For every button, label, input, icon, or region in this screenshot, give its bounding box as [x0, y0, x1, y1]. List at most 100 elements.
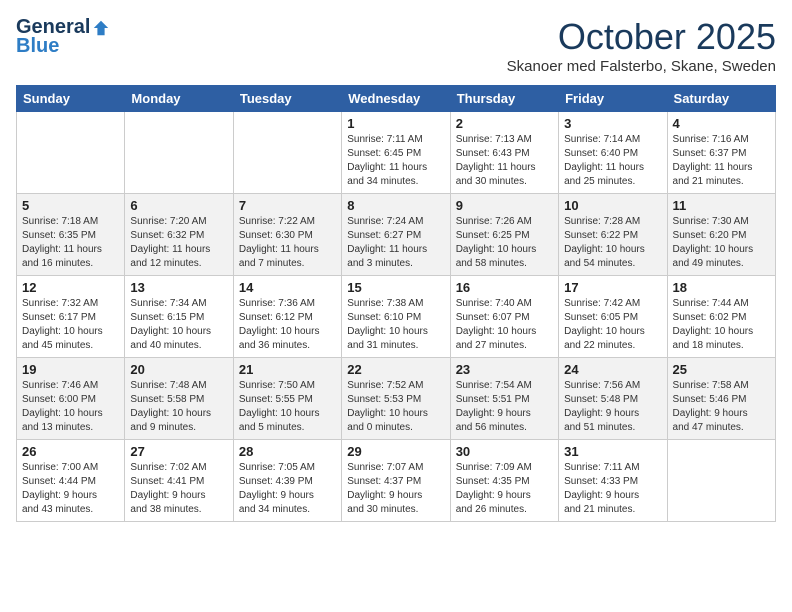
day-info: Sunrise: 7:42 AM Sunset: 6:05 PM Dayligh… [564, 297, 661, 353]
day-info: Sunrise: 7:44 AM Sunset: 6:02 PM Dayligh… [673, 297, 770, 353]
calendar: SundayMondayTuesdayWednesdayThursdayFrid… [16, 85, 776, 522]
day-info: Sunrise: 7:11 AM Sunset: 4:33 PM Dayligh… [564, 461, 661, 517]
day-info: Sunrise: 7:05 AM Sunset: 4:39 PM Dayligh… [239, 461, 336, 517]
day-number: 20 [130, 362, 227, 377]
calendar-cell: 23 Sunrise: 7:54 AM Sunset: 5:51 PM Dayli… [450, 358, 558, 440]
day-info: Sunrise: 7:02 AM Sunset: 4:41 PM Dayligh… [130, 461, 227, 517]
logo-blue: Blue [16, 35, 59, 58]
page-header: General Blue October 2025 Skanoer med Fa… [16, 16, 776, 75]
day-info: Sunrise: 7:26 AM Sunset: 6:25 PM Dayligh… [456, 215, 553, 271]
day-number: 25 [673, 362, 770, 377]
calendar-cell: 24Sunrise: 7:56 AM Sunset: 5:48 PM Dayli… [559, 358, 667, 440]
calendar-cell: 21Sunrise: 7:50 AM Sunset: 5:55 PM Dayli… [233, 358, 341, 440]
day-number: 17 [564, 280, 661, 295]
calendar-cell: 15 Sunrise: 7:38 AM Sunset: 6:10 PM Dayli… [342, 276, 450, 358]
day-number: 21 [239, 362, 336, 377]
calendar-cell: 13 Sunrise: 7:34 AM Sunset: 6:15 PM Dayli… [125, 276, 233, 358]
calendar-cell: 27 Sunrise: 7:02 AM Sunset: 4:41 PM Dayli… [125, 440, 233, 522]
calendar-cell: 28 Sunrise: 7:05 AM Sunset: 4:39 PM Dayli… [233, 440, 341, 522]
day-number: 4 [673, 116, 770, 131]
day-info: Sunrise: 7:22 AM Sunset: 6:30 PM Dayligh… [239, 215, 336, 271]
calendar-cell: 16 Sunrise: 7:40 AM Sunset: 6:07 PM Dayli… [450, 276, 558, 358]
logo-icon [92, 19, 110, 37]
day-number: 6 [130, 198, 227, 213]
day-number: 1 [347, 116, 444, 131]
day-number: 28 [239, 444, 336, 459]
day-number: 8 [347, 198, 444, 213]
day-info: Sunrise: 7:54 AM Sunset: 5:51 PM Dayligh… [456, 379, 553, 435]
day-info: Sunrise: 7:11 AM Sunset: 6:45 PM Dayligh… [347, 133, 444, 189]
day-number: 5 [22, 198, 119, 213]
weekday-header-row: SundayMondayTuesdayWednesdayThursdayFrid… [17, 86, 776, 112]
calendar-cell: 25Sunrise: 7:58 AM Sunset: 5:46 PM Dayli… [667, 358, 775, 440]
calendar-cell [125, 112, 233, 194]
calendar-cell: 14 Sunrise: 7:36 AM Sunset: 6:12 PM Dayli… [233, 276, 341, 358]
location: Skanoer med Falsterbo, Skane, Sweden [507, 58, 776, 75]
day-info: Sunrise: 7:30 AM Sunset: 6:20 PM Dayligh… [673, 215, 770, 271]
calendar-cell: 1 Sunrise: 7:11 AM Sunset: 6:45 PM Daylig… [342, 112, 450, 194]
calendar-cell: 19 Sunrise: 7:46 AM Sunset: 6:00 PM Dayli… [17, 358, 125, 440]
calendar-cell: 8 Sunrise: 7:24 AM Sunset: 6:27 PM Daylig… [342, 194, 450, 276]
calendar-week-row: 12 Sunrise: 7:32 AM Sunset: 6:17 PM Dayli… [17, 276, 776, 358]
day-number: 3 [564, 116, 661, 131]
day-number: 14 [239, 280, 336, 295]
calendar-cell: 20Sunrise: 7:48 AM Sunset: 5:58 PM Dayli… [125, 358, 233, 440]
day-number: 23 [456, 362, 553, 377]
day-number: 18 [673, 280, 770, 295]
day-number: 22 [347, 362, 444, 377]
calendar-cell: 22Sunrise: 7:52 AM Sunset: 5:53 PM Dayli… [342, 358, 450, 440]
calendar-cell: 17 Sunrise: 7:42 AM Sunset: 6:05 PM Dayli… [559, 276, 667, 358]
calendar-cell: 18 Sunrise: 7:44 AM Sunset: 6:02 PM Dayli… [667, 276, 775, 358]
day-info: Sunrise: 7:38 AM Sunset: 6:10 PM Dayligh… [347, 297, 444, 353]
day-number: 2 [456, 116, 553, 131]
day-number: 31 [564, 444, 661, 459]
day-info: Sunrise: 7:46 AM Sunset: 6:00 PM Dayligh… [22, 379, 119, 435]
day-info: Sunrise: 7:40 AM Sunset: 6:07 PM Dayligh… [456, 297, 553, 353]
day-info: Sunrise: 7:13 AM Sunset: 6:43 PM Dayligh… [456, 133, 553, 189]
month-title: October 2025 [507, 16, 776, 58]
calendar-cell: 12 Sunrise: 7:32 AM Sunset: 6:17 PM Dayli… [17, 276, 125, 358]
calendar-week-row: 1 Sunrise: 7:11 AM Sunset: 6:45 PM Daylig… [17, 112, 776, 194]
calendar-cell: 6Sunrise: 7:20 AM Sunset: 6:32 PM Daylig… [125, 194, 233, 276]
day-number: 7 [239, 198, 336, 213]
calendar-cell: 7 Sunrise: 7:22 AM Sunset: 6:30 PM Daylig… [233, 194, 341, 276]
day-number: 15 [347, 280, 444, 295]
calendar-week-row: 26Sunrise: 7:00 AM Sunset: 4:44 PM Dayli… [17, 440, 776, 522]
calendar-cell: 29Sunrise: 7:07 AM Sunset: 4:37 PM Dayli… [342, 440, 450, 522]
day-number: 27 [130, 444, 227, 459]
calendar-cell: 3Sunrise: 7:14 AM Sunset: 6:40 PM Daylig… [559, 112, 667, 194]
calendar-cell: 5 Sunrise: 7:18 AM Sunset: 6:35 PM Daylig… [17, 194, 125, 276]
day-info: Sunrise: 7:16 AM Sunset: 6:37 PM Dayligh… [673, 133, 770, 189]
calendar-week-row: 19 Sunrise: 7:46 AM Sunset: 6:00 PM Dayli… [17, 358, 776, 440]
calendar-cell [17, 112, 125, 194]
day-info: Sunrise: 7:09 AM Sunset: 4:35 PM Dayligh… [456, 461, 553, 517]
day-number: 30 [456, 444, 553, 459]
calendar-cell [233, 112, 341, 194]
calendar-cell: 11 Sunrise: 7:30 AM Sunset: 6:20 PM Dayli… [667, 194, 775, 276]
day-number: 29 [347, 444, 444, 459]
day-number: 24 [564, 362, 661, 377]
day-info: Sunrise: 7:18 AM Sunset: 6:35 PM Dayligh… [22, 215, 119, 271]
calendar-cell: 31 Sunrise: 7:11 AM Sunset: 4:33 PM Dayli… [559, 440, 667, 522]
weekday-header: Wednesday [342, 86, 450, 112]
day-info: Sunrise: 7:28 AM Sunset: 6:22 PM Dayligh… [564, 215, 661, 271]
day-info: Sunrise: 7:34 AM Sunset: 6:15 PM Dayligh… [130, 297, 227, 353]
weekday-header: Saturday [667, 86, 775, 112]
day-info: Sunrise: 7:24 AM Sunset: 6:27 PM Dayligh… [347, 215, 444, 271]
day-number: 13 [130, 280, 227, 295]
day-number: 16 [456, 280, 553, 295]
day-info: Sunrise: 7:36 AM Sunset: 6:12 PM Dayligh… [239, 297, 336, 353]
day-number: 10 [564, 198, 661, 213]
calendar-cell: 4 Sunrise: 7:16 AM Sunset: 6:37 PM Daylig… [667, 112, 775, 194]
day-number: 12 [22, 280, 119, 295]
title-block: October 2025 Skanoer med Falsterbo, Skan… [507, 16, 776, 75]
logo: General Blue [16, 16, 110, 58]
day-number: 11 [673, 198, 770, 213]
day-number: 19 [22, 362, 119, 377]
calendar-cell: 26Sunrise: 7:00 AM Sunset: 4:44 PM Dayli… [17, 440, 125, 522]
calendar-cell: 9Sunrise: 7:26 AM Sunset: 6:25 PM Daylig… [450, 194, 558, 276]
day-info: Sunrise: 7:32 AM Sunset: 6:17 PM Dayligh… [22, 297, 119, 353]
calendar-cell: 10 Sunrise: 7:28 AM Sunset: 6:22 PM Dayli… [559, 194, 667, 276]
weekday-header: Tuesday [233, 86, 341, 112]
calendar-cell [667, 440, 775, 522]
